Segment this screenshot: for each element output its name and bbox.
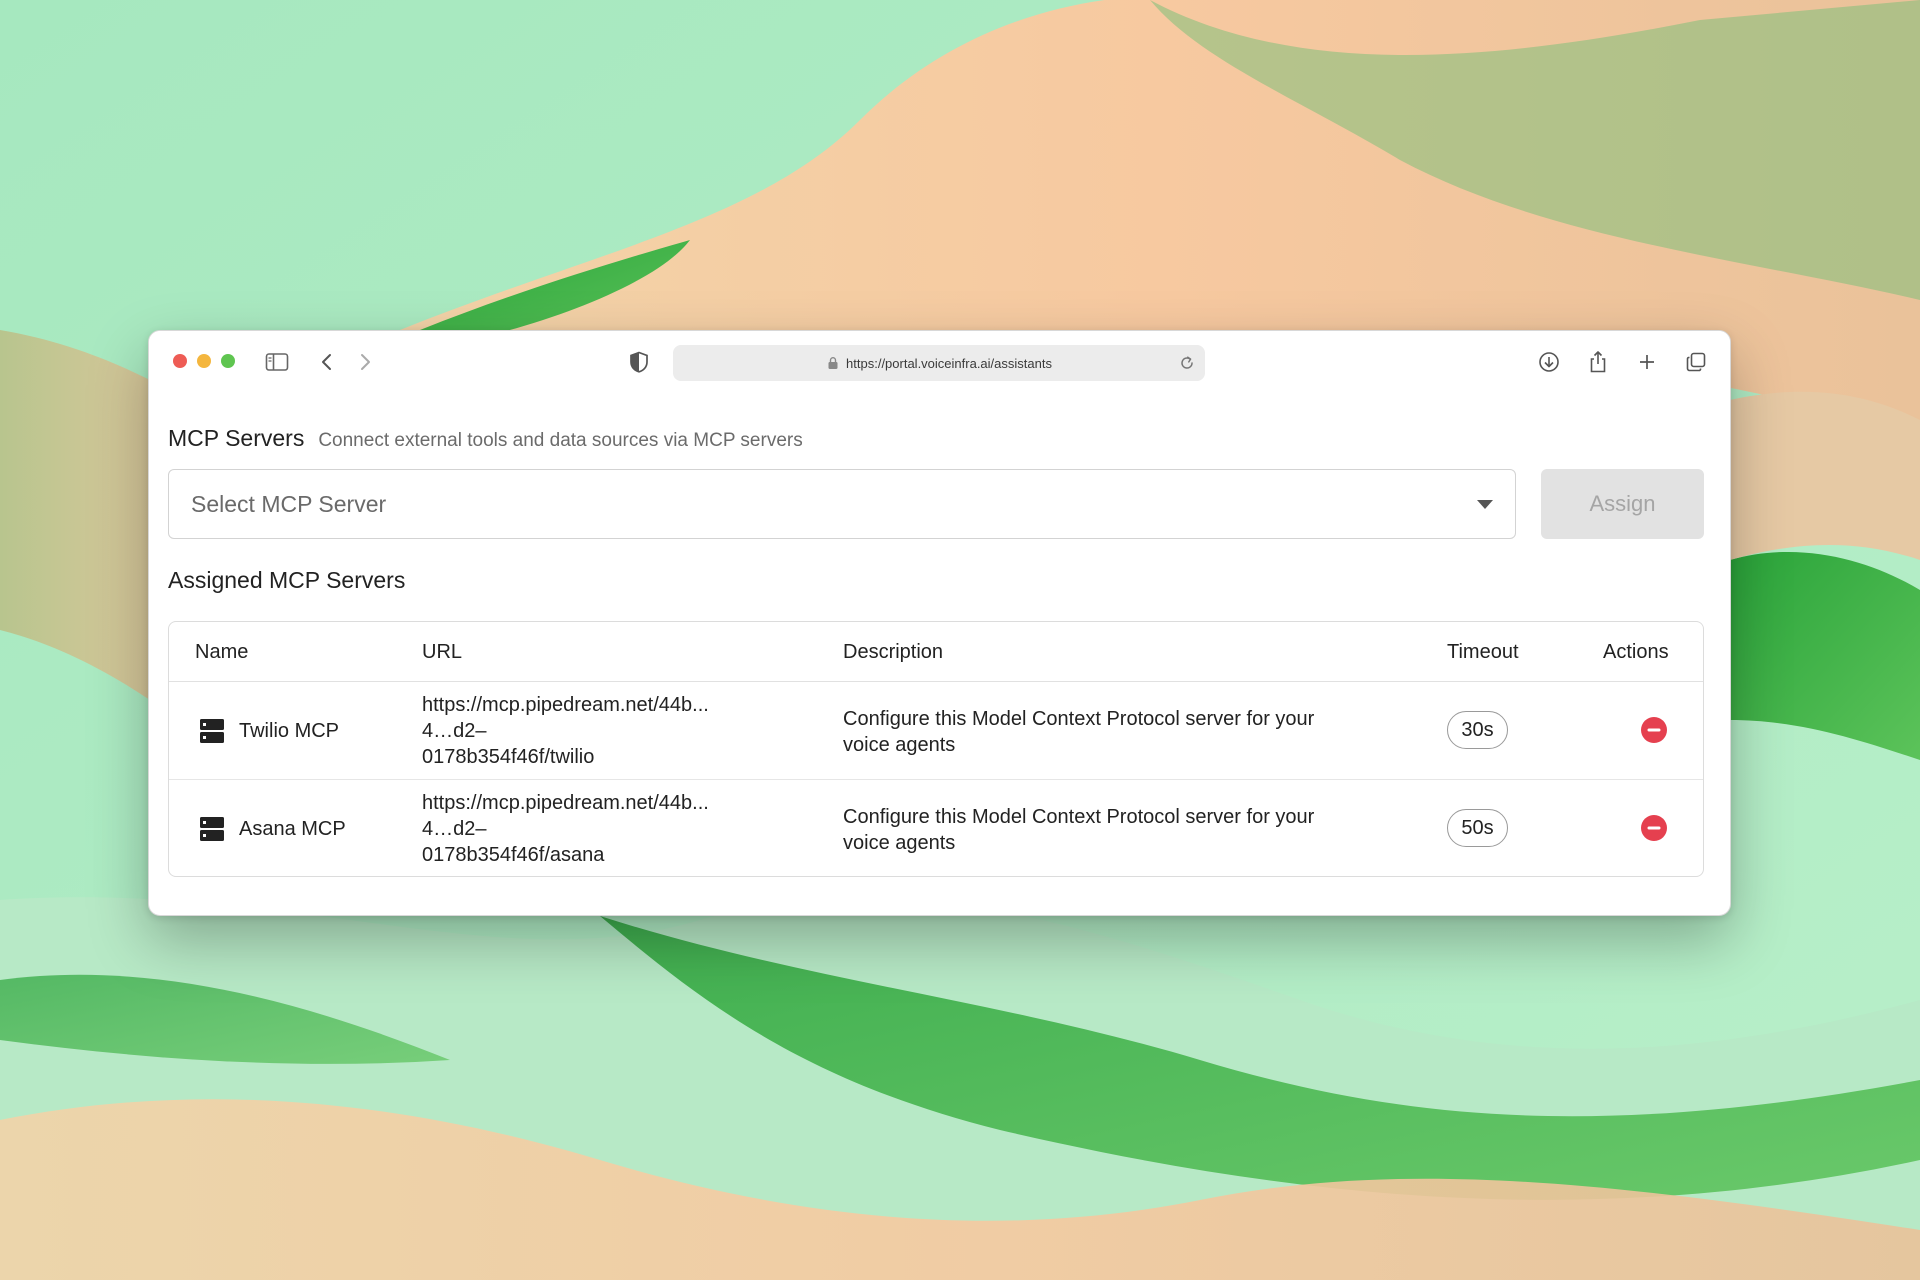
section-title: MCP Servers [168, 425, 305, 451]
column-header-name: Name [195, 641, 249, 663]
back-icon[interactable] [315, 350, 339, 374]
mcp-section-header: MCP Servers Connect external tools and d… [168, 425, 803, 452]
server-url: https://mcp.pipedream.net/44b... 4…d2– 0… [422, 790, 752, 868]
server-url: https://mcp.pipedream.net/44b... 4…d2– 0… [422, 692, 752, 770]
maximize-window-button[interactable] [221, 354, 235, 368]
server-name: Twilio MCP [239, 719, 340, 742]
share-icon[interactable] [1586, 350, 1610, 374]
server-url-line: https://mcp.pipedream.net/44b... [422, 792, 709, 814]
assigned-section-title: Assigned MCP Servers [168, 567, 406, 593]
column-header-timeout: Timeout [1447, 641, 1519, 663]
minimize-window-button[interactable] [197, 354, 211, 368]
table-row: Twilio MCP https://mcp.pipedream.net/44b… [169, 682, 1703, 780]
close-window-button[interactable] [173, 354, 187, 368]
server-description: Configure this Model Context Protocol se… [843, 806, 1315, 854]
browser-window: https://portal.voiceinfra.ai/assistants … [148, 330, 1731, 916]
timeout-badge: 30s [1447, 711, 1508, 749]
tab-overview-icon[interactable] [1684, 350, 1708, 374]
server-name: Asana MCP [239, 817, 346, 840]
select-placeholder: Select MCP Server [191, 490, 387, 517]
remove-circle-icon [1641, 717, 1667, 743]
chevron-down-icon [1477, 500, 1493, 509]
forward-icon[interactable] [353, 350, 377, 374]
window-controls [173, 354, 235, 368]
server-url-line: https://mcp.pipedream.net/44b... [422, 694, 709, 716]
timeout-cell: 50s [1447, 809, 1508, 847]
timeout-badge: 50s [1447, 809, 1508, 847]
mcp-server-select[interactable]: Select MCP Server [168, 469, 1516, 539]
remove-server-button[interactable] [1640, 814, 1668, 847]
timeout-cell: 30s [1447, 711, 1508, 749]
table-header: Name URL Description Timeout Actions [169, 622, 1703, 682]
column-header-actions: Actions [1603, 641, 1669, 663]
remove-server-button[interactable] [1640, 716, 1668, 749]
page-content: MCP Servers Connect external tools and d… [168, 397, 1704, 915]
server-name-cell: Asana MCP [199, 816, 346, 842]
address-bar[interactable]: https://portal.voiceinfra.ai/assistants [673, 345, 1205, 381]
reload-icon[interactable] [1179, 355, 1195, 371]
address-url: https://portal.voiceinfra.ai/assistants [846, 355, 1052, 371]
downloads-icon[interactable] [1537, 350, 1561, 374]
remove-circle-icon [1641, 815, 1667, 841]
new-tab-icon[interactable] [1635, 350, 1659, 374]
server-description: Configure this Model Context Protocol se… [843, 708, 1315, 756]
assign-button[interactable]: Assign [1541, 469, 1704, 539]
server-url-line: 4…d2– [422, 818, 487, 840]
privacy-shield-icon[interactable] [627, 350, 651, 374]
column-header-url: URL [422, 641, 463, 663]
server-url-line: 0178b354f46f/asana [422, 844, 605, 866]
assigned-servers-table: Name URL Description Timeout Actions Twi… [168, 621, 1704, 877]
table-row: Asana MCP https://mcp.pipedream.net/44b.… [169, 780, 1703, 876]
server-name-cell: Twilio MCP [199, 718, 339, 744]
section-subtitle: Connect external tools and data sources … [318, 430, 803, 451]
server-icon [200, 719, 224, 743]
server-icon [200, 817, 224, 841]
sidebar-toggle-icon[interactable] [265, 350, 289, 374]
server-url-line: 0178b354f46f/twilio [422, 746, 595, 768]
server-url-line: 4…d2– [422, 720, 487, 742]
column-header-description: Description [843, 641, 944, 663]
browser-toolbar: https://portal.voiceinfra.ai/assistants [149, 331, 1730, 397]
lock-icon [828, 357, 838, 369]
